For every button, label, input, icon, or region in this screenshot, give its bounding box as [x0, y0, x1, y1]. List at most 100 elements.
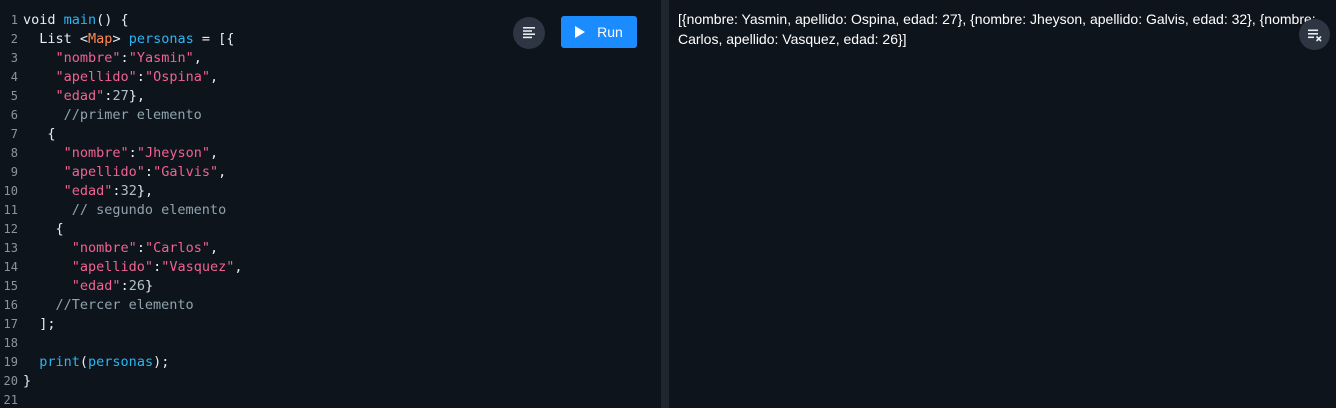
line-source[interactable]: {	[23, 220, 64, 239]
line-source[interactable]: //Tercer elemento	[23, 296, 194, 315]
code-token: ,	[234, 259, 243, 275]
code-token: "edad"	[71, 278, 121, 294]
code-token: "Carlos"	[144, 240, 210, 256]
code-token: ,	[193, 50, 202, 66]
code-token: personas	[128, 31, 194, 47]
line-number: 1	[10, 13, 18, 27]
code-token: }	[23, 373, 32, 389]
line-number: 21	[3, 393, 18, 407]
line-number: 3	[10, 51, 18, 65]
line-number: 11	[3, 203, 18, 217]
line-number: 4	[10, 70, 18, 84]
code-token: },	[128, 88, 145, 104]
line-number: 5	[10, 89, 18, 103]
line-source[interactable]: // segundo elemento	[23, 201, 226, 220]
code-token: () {	[96, 12, 129, 28]
format-align-icon	[523, 27, 535, 39]
line-source[interactable]: "nombre":"Yasmin",	[23, 49, 202, 68]
line-number: 12	[3, 222, 18, 236]
code-token: 27	[112, 88, 129, 104]
code-token: );	[153, 354, 170, 370]
code-token: {	[23, 126, 56, 142]
code-token: ,	[209, 69, 219, 85]
code-token: :	[153, 259, 162, 275]
code-token: "Galvis"	[153, 164, 219, 180]
play-icon	[575, 26, 586, 38]
code-token: :	[136, 69, 145, 85]
line-source[interactable]: }	[23, 372, 31, 391]
clear-playlist-icon	[1307, 29, 1322, 42]
line-source[interactable]: {	[23, 125, 56, 144]
code-token: "Jheyson"	[136, 145, 210, 161]
line-source[interactable]: //primer elemento	[23, 106, 202, 125]
line-number: 20	[3, 374, 18, 388]
line-number: 16	[3, 298, 18, 312]
code-token: "Ospina"	[144, 69, 210, 85]
line-number: 18	[3, 336, 18, 350]
line-number: 8	[10, 146, 18, 160]
code-token: void	[23, 12, 64, 28]
run-button[interactable]: Run	[561, 16, 637, 48]
code-token: ];	[23, 316, 56, 332]
code-token: 26	[128, 278, 145, 294]
console-output: [{nombre: Yasmin, apellido: Ospina, edad…	[669, 0, 1336, 408]
code-token: (	[79, 354, 89, 370]
line-source[interactable]: "edad":32},	[23, 182, 153, 201]
code-token: "apellido"	[71, 259, 154, 275]
line-source[interactable]: "nombre":"Carlos",	[23, 239, 218, 258]
code-token: :	[136, 240, 145, 256]
code-token: 32	[120, 183, 137, 199]
code-token: }	[144, 278, 154, 294]
code-token: main	[63, 12, 97, 28]
code-token: "edad"	[55, 88, 105, 104]
line-source[interactable]: "nombre":"Jheyson",	[23, 144, 218, 163]
code-token: ,	[218, 164, 227, 180]
dartpad-app: 1 void main() { 2 List <Map> personas = [{…	[0, 0, 1336, 408]
code-token: ,	[209, 240, 219, 256]
split-divider[interactable]	[661, 0, 669, 408]
code-token: :	[112, 183, 121, 199]
line-source[interactable]: "apellido":"Vasquez",	[23, 258, 243, 277]
line-number: 13	[3, 241, 18, 255]
code-token: :	[120, 278, 129, 294]
line-number: 10	[3, 184, 18, 198]
code-token: >	[112, 31, 129, 47]
code-token: "nombre"	[55, 50, 121, 66]
code-token: :	[120, 50, 129, 66]
code-token: personas	[88, 354, 154, 370]
line-number: 2	[10, 32, 18, 46]
console-output-text: [{nombre: Yasmin, apellido: Ospina, edad…	[678, 11, 1316, 47]
line-source[interactable]: "apellido":"Galvis",	[23, 163, 227, 182]
code-editor[interactable]: 1 void main() { 2 List <Map> personas = [{…	[0, 0, 661, 408]
code-token: "nombre"	[71, 240, 137, 256]
line-source[interactable]: print(personas);	[23, 353, 169, 372]
line-number: 9	[10, 165, 18, 179]
code-token: :	[128, 145, 137, 161]
code-token: "apellido"	[55, 69, 137, 85]
line-source[interactable]: "apellido":"Ospina",	[23, 68, 219, 87]
line-source[interactable]: "edad":26}	[23, 277, 153, 296]
code-token: "edad"	[63, 183, 113, 199]
line-source[interactable]: void main() {	[23, 11, 129, 30]
code-token: List	[23, 31, 80, 47]
code-token: "nombre"	[63, 145, 129, 161]
clear-console-button[interactable]	[1299, 19, 1330, 50]
line-source[interactable]: ];	[23, 315, 56, 334]
line-source[interactable]: "edad":27},	[23, 87, 145, 106]
code-token: Map	[88, 31, 113, 47]
code-token: :	[144, 164, 154, 180]
code-token: //primer elemento	[23, 107, 202, 123]
format-button[interactable]	[513, 17, 545, 49]
line-number: 7	[10, 127, 18, 141]
line-number: 19	[3, 355, 18, 369]
code-token: ,	[209, 145, 219, 161]
line-source[interactable]: List <Map> personas = [{	[23, 30, 234, 49]
line-number: 6	[10, 108, 18, 122]
